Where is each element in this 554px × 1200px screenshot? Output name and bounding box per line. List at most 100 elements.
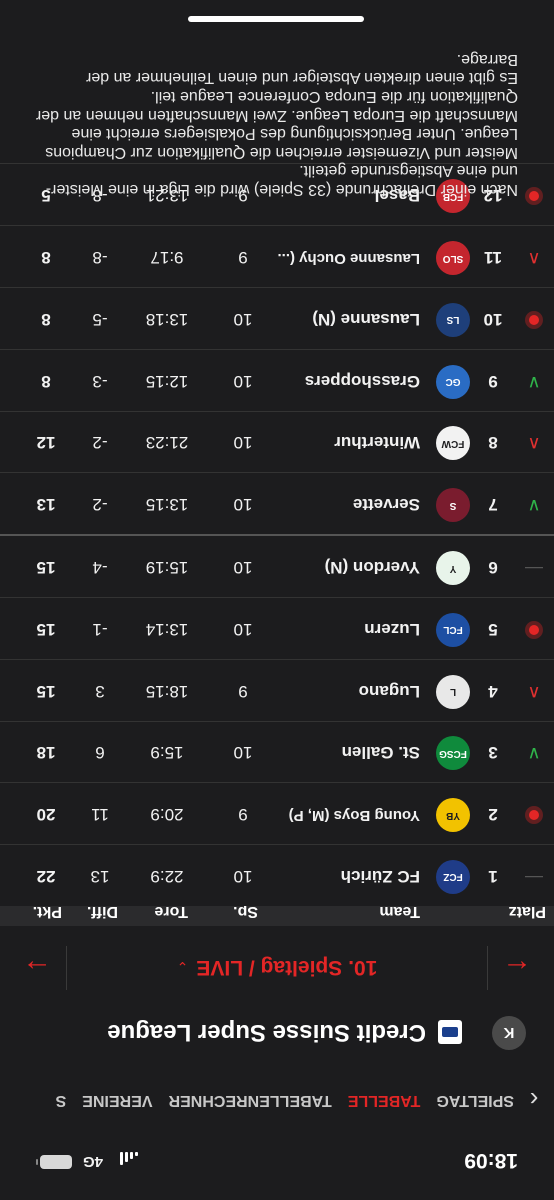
trend-same-icon: — (525, 559, 543, 580)
live-dot-icon (529, 191, 539, 202)
team-crest-icon: LS (436, 302, 470, 337)
league-header: Credit Suisse Super League K (0, 1006, 554, 1058)
team-name[interactable]: Lausanne (N) (312, 309, 420, 329)
tab-spieltag[interactable]: SPIELTAG (436, 1091, 514, 1109)
tab-overflow[interactable]: S (56, 1091, 67, 1109)
table-row[interactable]: 10 LS Lausanne (N) 10 13:18 -5 8 (0, 287, 554, 349)
caret-down-icon[interactable]: ⌄ (177, 959, 189, 976)
previous-round-arrow-icon[interactable]: ← (502, 952, 532, 986)
table-row[interactable]: ∧ 11 SLO Lausanne Ouchy (... 9 9:17 -8 8 (0, 225, 554, 288)
trend-down-icon: ∧ (527, 249, 541, 270)
team-crest-icon: FCW (436, 426, 470, 461)
goal-difference: 11 (91, 805, 109, 825)
row-position: 11 (484, 248, 502, 268)
team-name[interactable]: Luzern (364, 619, 420, 639)
tab-bar: SPIELTAG TABELLE TABELLENRECHNER VEREINE… (56, 1091, 514, 1109)
row-position: 4 (488, 681, 498, 701)
goal-difference: 3 (95, 681, 105, 701)
team-crest-icon: S (436, 488, 470, 523)
team-crest-icon: L (436, 674, 470, 709)
row-position: 1 (488, 867, 498, 886)
goals: 13:15 (145, 495, 189, 515)
goal-difference: -8 (92, 248, 108, 268)
goal-difference: -2 (92, 433, 108, 453)
trend-down-icon: ∧ (527, 434, 541, 455)
standings-table: —1 FCZ FC Zürich 10 22:9 13 22 2 YB Young Boys (M… (0, 163, 554, 906)
team-name[interactable]: Yverdon (N) (325, 557, 420, 577)
league-logo-icon (438, 1020, 462, 1044)
table-row[interactable]: 2 YB Young Boys (M, P) 9 20:9 11 20 (0, 782, 554, 845)
points: 15 (36, 681, 56, 701)
team-name[interactable]: Servette (353, 494, 420, 514)
team-name[interactable]: Lugano (359, 681, 420, 701)
signal-icon (120, 1152, 138, 1166)
games-played: 10 (233, 495, 253, 515)
goals: 20:9 (150, 805, 184, 825)
home-indicator[interactable] (188, 16, 364, 22)
goals: 15:9 (150, 743, 184, 763)
points: 8 (41, 371, 51, 391)
goals: 22:9 (150, 867, 184, 886)
next-round-arrow-icon[interactable]: → (22, 952, 52, 986)
note-line: Es gibt einen direkten Absteiger und ein… (86, 50, 518, 87)
table-row[interactable]: — 6 Y Yverdon (N) 10 15:19 -4 15 (0, 534, 554, 598)
goal-difference: -3 (92, 371, 108, 391)
team-name[interactable]: FC Zürich (341, 866, 420, 886)
tab-tabellenrechner[interactable]: TABELLENRECHNER (169, 1091, 332, 1109)
goal-difference: -2 (92, 495, 108, 515)
collapse-button[interactable]: K (492, 1016, 526, 1050)
games-played: 10 (233, 558, 253, 578)
row-position: 3 (488, 743, 498, 763)
table-row[interactable]: ∧ 4 L Lugano 9 18:15 3 15 (0, 658, 554, 721)
games-played: 10 (233, 743, 253, 763)
points: 15 (36, 619, 56, 639)
league-name: Credit Suisse Super League (107, 1019, 426, 1046)
network-type: 4G (83, 1153, 104, 1170)
round-label[interactable]: 10. Spieltag / LIVE (196, 955, 377, 979)
row-position: 8 (488, 433, 498, 453)
tab-tabelle[interactable]: TABELLE (348, 1091, 421, 1109)
points: 22 (36, 867, 56, 886)
games-played: 10 (233, 309, 253, 329)
goals: 18:15 (145, 681, 189, 701)
team-name[interactable]: Young Boys (M, P) (289, 807, 420, 824)
trend-same-icon: — (525, 868, 543, 888)
table-row[interactable]: ∨ 7 S Servette 10 13:15 -2 13 (0, 472, 554, 535)
app-screen: 18:09 4G ‹ SPIELTAG TABELLE TABELLENRECH… (0, 0, 554, 1200)
tab-vereine[interactable]: VEREINE (82, 1091, 152, 1109)
goals: 21:23 (145, 433, 189, 453)
table-row[interactable]: ∨ 3 FCSG St. Gallen 10 15:9 6 18 (0, 720, 554, 783)
team-crest-icon: GC (436, 364, 470, 399)
points: 15 (36, 558, 56, 578)
games-played: 9 (238, 805, 248, 825)
row-position: 9 (488, 371, 498, 391)
team-name[interactable]: Winterthur (334, 432, 420, 452)
goals: 12:15 (145, 371, 189, 391)
note-line: Meister und Vizemeister erreichen die Qu… (35, 88, 518, 161)
note-line: Nach einer Dreifachrunde (33 Spiele) wir… (45, 162, 518, 198)
team-name[interactable]: St. Gallen (342, 742, 420, 762)
games-played: 10 (233, 433, 253, 453)
chevron-left-icon[interactable]: ‹ (514, 1085, 554, 1116)
goal-difference: -5 (92, 309, 108, 329)
points: 12 (36, 433, 56, 453)
goals: 13:14 (145, 619, 189, 639)
points: 18 (36, 743, 56, 763)
goal-difference: -1 (92, 619, 108, 639)
points: 8 (41, 309, 51, 329)
goals: 15:19 (145, 558, 189, 578)
goal-difference: 13 (90, 867, 110, 886)
live-dot-icon (529, 314, 539, 325)
games-played: 9 (238, 248, 248, 268)
table-row[interactable]: ∨ 9 GC Grasshoppers 10 12:15 -3 8 (0, 348, 554, 411)
games-played: 10 (233, 371, 253, 391)
table-row[interactable]: ∧ 8 FCW Winterthur 10 21:23 -2 12 (0, 410, 554, 473)
table-row[interactable]: 5 FCL Luzern 10 13:14 -1 15 (0, 597, 554, 659)
team-name[interactable]: Lausanne Ouchy (... (277, 250, 420, 267)
games-played: 10 (233, 867, 253, 886)
table-row[interactable]: — 1 FCZ FC Zürich 10 22:9 13 22 (0, 844, 554, 906)
status-bar: 18:09 4G (0, 1140, 554, 1200)
team-name[interactable]: Grasshoppers (305, 371, 420, 391)
league-format-note: Nach einer Dreifachrunde (33 Spiele) wir… (34, 49, 518, 198)
live-dot-icon (529, 810, 539, 821)
